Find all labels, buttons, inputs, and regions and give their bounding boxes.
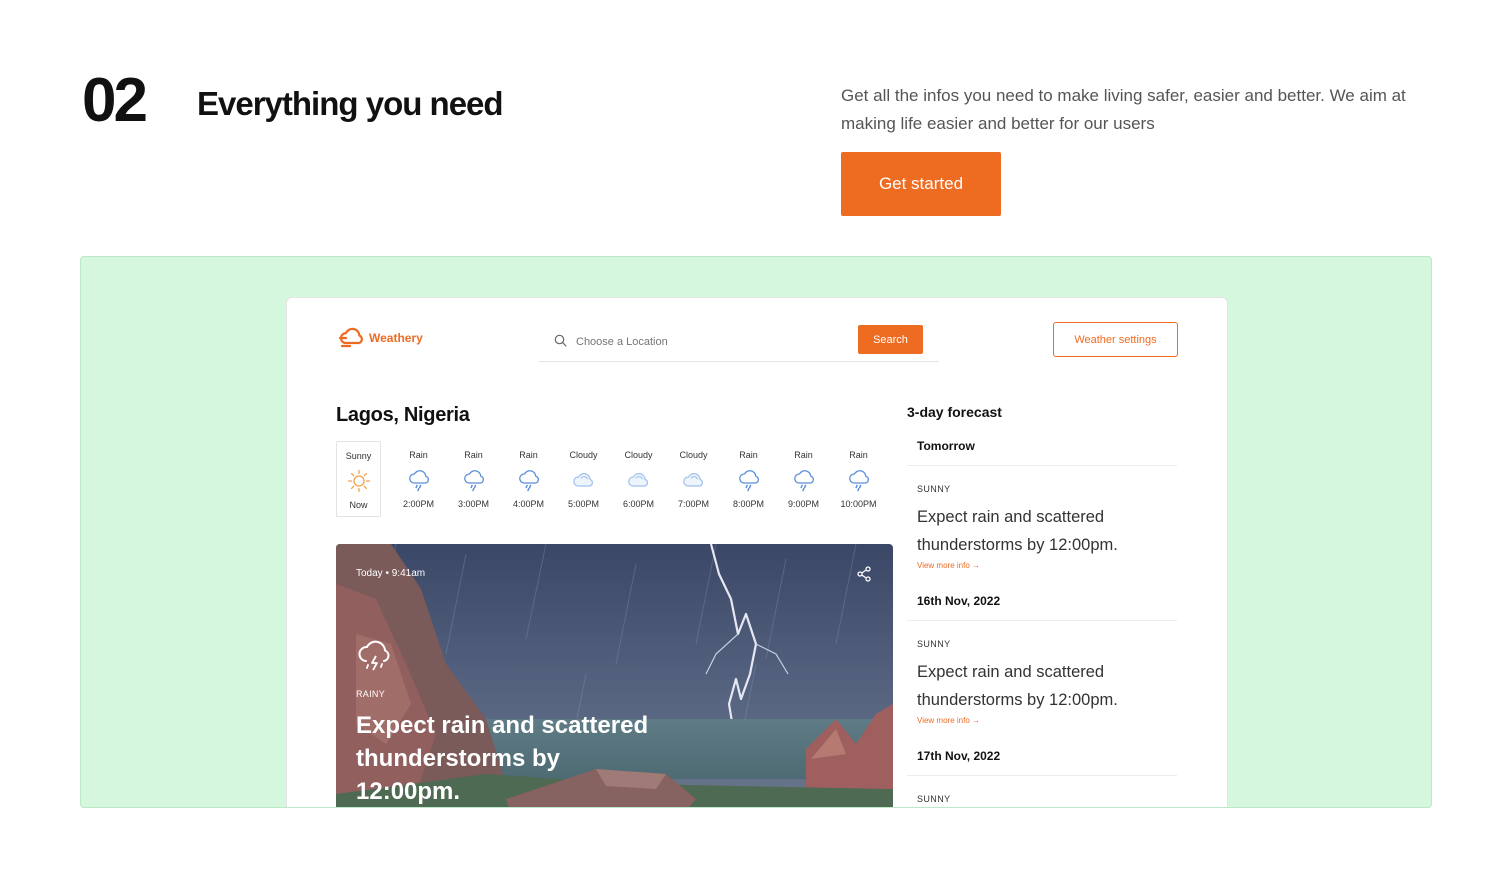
section-title: Everything you need bbox=[197, 85, 504, 122]
share-icon[interactable] bbox=[856, 566, 872, 582]
hour-condition: Rain bbox=[849, 450, 868, 460]
hour-time: 8:00PM bbox=[732, 499, 765, 509]
hero-forecast-text: Expect rain and scattered thunderstorms … bbox=[356, 712, 649, 805]
current-weather-card: Today • 9:41am RAINY Expect rain and sca… bbox=[336, 544, 893, 807]
cloud-icon bbox=[682, 473, 703, 487]
hour-item[interactable]: Rain 10:00PM bbox=[831, 441, 886, 517]
get-started-button[interactable]: Get started bbox=[841, 152, 1001, 216]
rain-icon bbox=[738, 470, 759, 492]
view-more-info-link[interactable]: View more info → bbox=[907, 561, 1177, 570]
hour-condition: Sunny bbox=[345, 451, 372, 461]
forecast-condition: SUNNY bbox=[917, 484, 951, 494]
weather-app-window: Weathery Search Weather settings Lagos, … bbox=[286, 297, 1228, 807]
hero-date: Today • 9:41am bbox=[356, 568, 426, 579]
search-button[interactable]: Search bbox=[858, 325, 923, 354]
hour-condition: Cloudy bbox=[624, 450, 653, 460]
three-day-forecast: 3-day forecast Tomorrow SUNNY Expect rai… bbox=[907, 404, 1177, 804]
city-title: Lagos, Nigeria bbox=[336, 404, 470, 426]
rain-icon bbox=[518, 470, 539, 492]
rain-icon bbox=[408, 470, 429, 492]
hour-condition: Rain bbox=[409, 450, 428, 460]
cloud-icon bbox=[572, 473, 593, 487]
brand-name: Weathery bbox=[369, 331, 423, 345]
hour-item[interactable]: Cloudy 6:00PM bbox=[611, 441, 666, 517]
weather-settings-button[interactable]: Weather settings bbox=[1053, 322, 1178, 357]
hour-item[interactable]: Rain 2:00PM bbox=[391, 441, 446, 517]
cloud-logo-icon bbox=[338, 327, 363, 348]
app-preview-stage: Weathery Search Weather settings Lagos, … bbox=[80, 256, 1432, 808]
hour-time: 5:00PM bbox=[567, 499, 600, 509]
sun-icon bbox=[347, 469, 370, 493]
hour-condition: Cloudy bbox=[679, 450, 708, 460]
location-search: Search bbox=[539, 322, 939, 362]
section-number: 02 bbox=[82, 66, 148, 135]
hour-condition: Rain bbox=[519, 450, 538, 460]
rain-icon bbox=[848, 470, 869, 492]
hour-time: 9:00PM bbox=[787, 499, 820, 509]
hour-condition: Rain bbox=[794, 450, 813, 460]
hour-item[interactable]: Rain 8:00PM bbox=[721, 441, 776, 517]
hour-item-now[interactable]: Sunny Now bbox=[336, 441, 381, 517]
forecast-title: 3-day forecast bbox=[907, 404, 1002, 420]
location-search-input[interactable] bbox=[576, 332, 846, 352]
rain-icon bbox=[793, 470, 814, 492]
hourly-forecast: Sunny Now Rain 2:00PM Rain 3:00PM Rain 4… bbox=[336, 441, 886, 517]
forecast-text: Expect rain and scattered thunderstorms … bbox=[917, 508, 1118, 554]
brand-logo[interactable]: Weathery bbox=[338, 326, 423, 350]
rain-icon bbox=[463, 470, 484, 492]
view-more-info-link[interactable]: View more info → bbox=[907, 716, 1177, 725]
hour-time: 10:00PM bbox=[840, 499, 877, 509]
forecast-day-label: 17th Nov, 2022 bbox=[907, 749, 1177, 776]
hour-item[interactable]: Rain 4:00PM bbox=[501, 441, 556, 517]
hour-condition: Rain bbox=[739, 450, 758, 460]
hour-time: 7:00PM bbox=[677, 499, 710, 509]
thunderstorm-icon bbox=[358, 640, 390, 671]
forecast-condition: SUNNY bbox=[917, 794, 951, 804]
hour-time: 6:00PM bbox=[622, 499, 655, 509]
forecast-day-label: 16th Nov, 2022 bbox=[907, 594, 1177, 621]
section-description: Get all the infos you need to make livin… bbox=[841, 86, 1406, 133]
hour-condition: Rain bbox=[464, 450, 483, 460]
hour-item[interactable]: Cloudy 7:00PM bbox=[666, 441, 721, 517]
hour-item[interactable]: Rain 3:00PM bbox=[446, 441, 501, 517]
hero-condition: RAINY bbox=[356, 689, 386, 699]
hour-item[interactable]: Rain 9:00PM bbox=[776, 441, 831, 517]
hour-item[interactable]: Cloudy 5:00PM bbox=[556, 441, 611, 517]
hour-condition: Cloudy bbox=[569, 450, 598, 460]
hour-time: 2:00PM bbox=[402, 499, 435, 509]
hour-time: 3:00PM bbox=[457, 499, 490, 509]
forecast-day-label: Tomorrow bbox=[907, 439, 1177, 466]
forecast-condition: SUNNY bbox=[917, 639, 951, 649]
search-icon bbox=[554, 334, 567, 347]
hour-time: 4:00PM bbox=[512, 499, 545, 509]
forecast-text: Expect rain and scattered thunderstorms … bbox=[917, 663, 1118, 709]
hour-time: Now bbox=[349, 500, 368, 510]
cloud-icon bbox=[627, 473, 648, 487]
